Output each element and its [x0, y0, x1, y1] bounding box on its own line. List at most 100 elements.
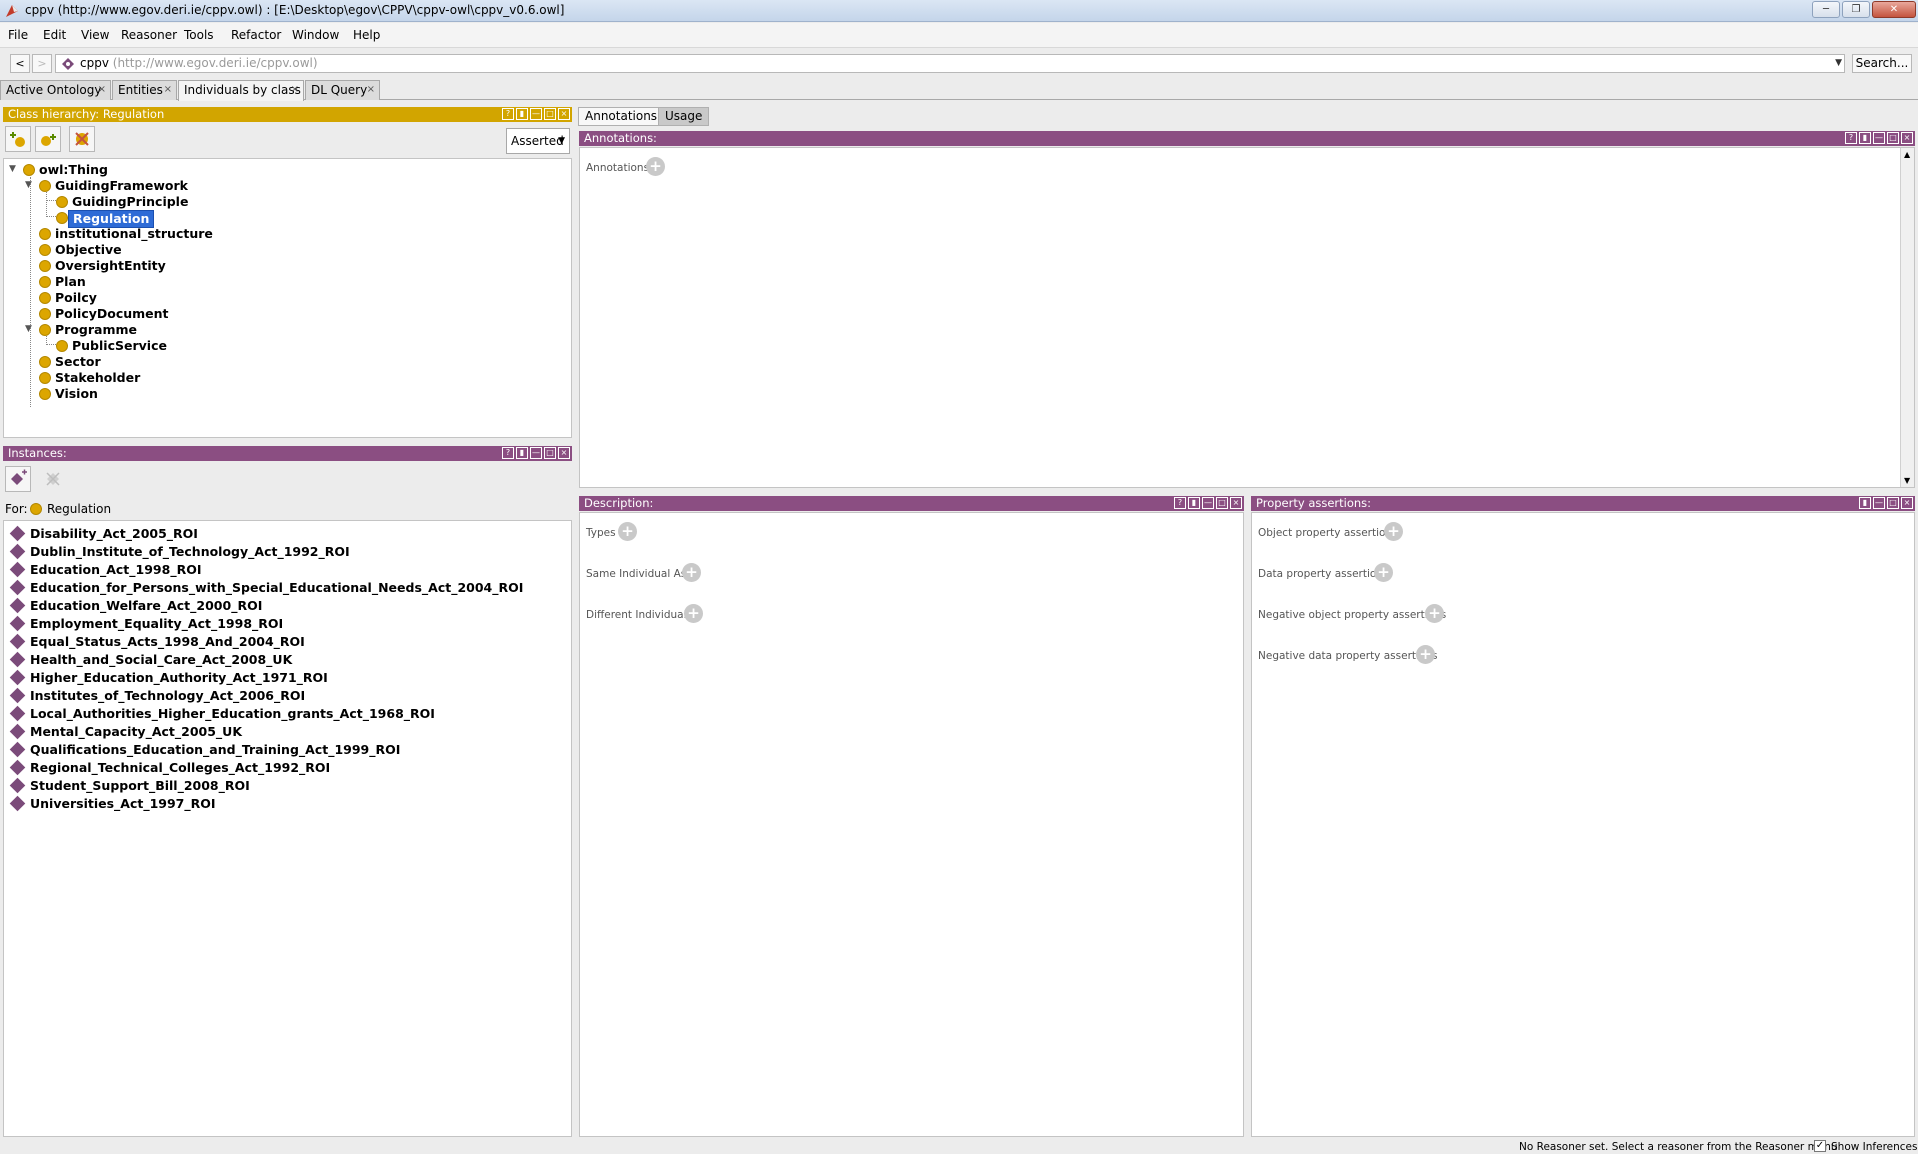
list-item[interactable]: Education_Act_1998_ROI — [9, 561, 560, 579]
menu-tools[interactable]: Tools — [184, 28, 214, 42]
help-icon[interactable]: ? — [1174, 497, 1186, 509]
help-icon[interactable]: ? — [502, 108, 514, 120]
menu-refactor[interactable]: Refactor — [231, 28, 281, 42]
annotations-scrollbar[interactable]: ▲ ▼ — [1900, 148, 1914, 487]
list-item[interactable]: Disability_Act_2005_ROI — [9, 525, 560, 543]
tab-active-ontology[interactable]: Active Ontology × — [0, 80, 111, 100]
list-item[interactable]: Mental_Capacity_Act_2005_UK — [9, 723, 560, 741]
menu-help[interactable]: Help — [353, 28, 380, 42]
scroll-up-icon[interactable]: ▲ — [1904, 150, 1910, 159]
menu-window[interactable]: Window — [292, 28, 339, 42]
list-item[interactable]: Employment_Equality_Act_1998_ROI — [9, 615, 560, 633]
close-icon[interactable]: × — [98, 81, 106, 99]
tree-node-programme[interactable]: ▼ Programme — [8, 322, 208, 338]
hierarchy-mode-select[interactable]: Asserted ▼ — [506, 128, 570, 154]
search-button[interactable]: Search... — [1852, 54, 1912, 73]
list-item[interactable]: Health_and_Social_Care_Act_2008_UK — [9, 651, 560, 669]
restore-icon[interactable]: ❐ — [1842, 1, 1870, 18]
menu-view[interactable]: View — [81, 28, 109, 42]
close-icon[interactable]: × — [367, 81, 375, 99]
close-icon[interactable]: × — [558, 447, 570, 459]
maximize-icon[interactable]: □ — [1887, 132, 1899, 144]
tree-node-objective[interactable]: Objective — [8, 242, 208, 258]
add-object-property-assertion-icon[interactable]: + — [1384, 522, 1403, 541]
list-item[interactable]: Higher_Education_Authority_Act_1971_ROI — [9, 669, 560, 687]
add-sibling-class-button[interactable] — [35, 126, 61, 152]
split-icon[interactable]: ▮ — [1859, 132, 1871, 144]
show-inferences-checkbox[interactable]: ✓ — [1814, 1140, 1826, 1152]
list-item[interactable]: Local_Authorities_Higher_Education_grant… — [9, 705, 560, 723]
minimize-icon[interactable]: — — [1873, 132, 1885, 144]
tab-dl-query[interactable]: DL Query × — [305, 80, 380, 100]
add-individual-button[interactable] — [5, 466, 31, 492]
tree-node-policydocument[interactable]: PolicyDocument — [8, 306, 208, 322]
collapse-icon[interactable]: ▼ — [9, 164, 20, 175]
help-icon[interactable]: ? — [502, 447, 514, 459]
split-icon[interactable]: ▮ — [1859, 497, 1871, 509]
tab-entities[interactable]: Entities × — [112, 80, 177, 100]
add-different-individual-icon[interactable]: + — [684, 604, 703, 623]
minimize-icon[interactable]: — — [1202, 497, 1214, 509]
list-item[interactable]: Equal_Status_Acts_1998_And_2004_ROI — [9, 633, 560, 651]
menu-reasoner[interactable]: Reasoner — [121, 28, 177, 42]
add-same-individual-icon[interactable]: + — [682, 563, 701, 582]
collapse-icon[interactable]: ▼ — [25, 324, 36, 335]
tab-usage[interactable]: Usage — [658, 107, 710, 126]
minimize-icon[interactable]: ─ — [1812, 1, 1840, 18]
minimize-icon[interactable]: — — [1873, 497, 1885, 509]
add-negative-data-property-assertion-icon[interactable]: + — [1416, 645, 1435, 664]
tree-node-vision[interactable]: Vision — [8, 386, 208, 402]
split-icon[interactable]: ▮ — [516, 447, 528, 459]
split-icon[interactable]: ▮ — [516, 108, 528, 120]
minimize-icon[interactable]: — — [530, 108, 542, 120]
list-item[interactable]: Dublin_Institute_of_Technology_Act_1992_… — [9, 543, 560, 561]
close-icon[interactable]: × — [1230, 497, 1242, 509]
list-item[interactable]: Education_for_Persons_with_Special_Educa… — [9, 579, 560, 597]
list-item[interactable]: Education_Welfare_Act_2000_ROI — [9, 597, 560, 615]
tab-annotations[interactable]: Annotations — [578, 107, 665, 126]
close-icon[interactable]: × — [1901, 132, 1913, 144]
close-icon[interactable]: × — [1901, 497, 1913, 509]
forward-button[interactable]: > — [32, 54, 52, 73]
tree-node-plan[interactable]: Plan — [8, 274, 208, 290]
tree-node-stakeholder[interactable]: Stakeholder — [8, 370, 208, 386]
tree-node-sector[interactable]: Sector — [8, 354, 208, 370]
tree-node-owl-thing[interactable]: ▼ owl:Thing — [8, 162, 208, 178]
maximize-icon[interactable]: □ — [544, 447, 556, 459]
back-button[interactable]: < — [10, 54, 30, 73]
close-icon[interactable]: × — [291, 81, 299, 99]
ontology-selector[interactable]: cppv (http://www.egov.deri.ie/cppv.owl) … — [55, 54, 1845, 73]
add-annotation-icon[interactable]: + — [646, 157, 665, 176]
add-data-property-assertion-icon[interactable]: + — [1374, 563, 1393, 582]
close-icon[interactable]: ✕ — [1872, 1, 1916, 18]
delete-class-button[interactable] — [69, 126, 95, 152]
tree-node-guidingframework[interactable]: ▼ GuidingFramework — [8, 178, 228, 194]
chevron-down-icon[interactable]: ▼ — [1835, 55, 1842, 72]
menu-edit[interactable]: Edit — [43, 28, 66, 42]
tree-node-publicservice[interactable]: PublicService — [8, 338, 228, 354]
minimize-icon[interactable]: — — [530, 447, 542, 459]
list-item[interactable]: Student_Support_Bill_2008_ROI — [9, 777, 560, 795]
help-icon[interactable]: ? — [1845, 132, 1857, 144]
list-item[interactable]: Regional_Technical_Colleges_Act_1992_ROI — [9, 759, 560, 777]
add-subclass-button[interactable] — [5, 126, 31, 152]
list-item[interactable]: Qualifications_Education_and_Training_Ac… — [9, 741, 560, 759]
list-item[interactable]: Institutes_of_Technology_Act_2006_ROI — [9, 687, 560, 705]
tree-node-oversightentity[interactable]: OversightEntity — [8, 258, 208, 274]
menu-file[interactable]: File — [8, 28, 28, 42]
tree-node-regulation[interactable]: Regulation — [8, 210, 228, 228]
maximize-icon[interactable]: □ — [1216, 497, 1228, 509]
tree-node-institutional-structure[interactable]: institutional_structure — [8, 226, 248, 242]
scroll-down-icon[interactable]: ▼ — [1904, 476, 1910, 485]
delete-individual-button[interactable] — [40, 466, 66, 492]
maximize-icon[interactable]: □ — [544, 108, 556, 120]
tab-individuals-by-class[interactable]: Individuals by class × — [178, 80, 304, 101]
add-negative-object-property-assertion-icon[interactable]: + — [1425, 604, 1444, 623]
add-type-icon[interactable]: + — [618, 522, 637, 541]
close-icon[interactable]: × — [558, 108, 570, 120]
list-item[interactable]: Universities_Act_1997_ROI — [9, 795, 560, 813]
close-icon[interactable]: × — [164, 81, 172, 99]
tree-node-poilcy[interactable]: Poilcy — [8, 290, 208, 306]
tree-node-guidingprinciple[interactable]: GuidingPrinciple — [8, 194, 228, 210]
maximize-icon[interactable]: □ — [1887, 497, 1899, 509]
